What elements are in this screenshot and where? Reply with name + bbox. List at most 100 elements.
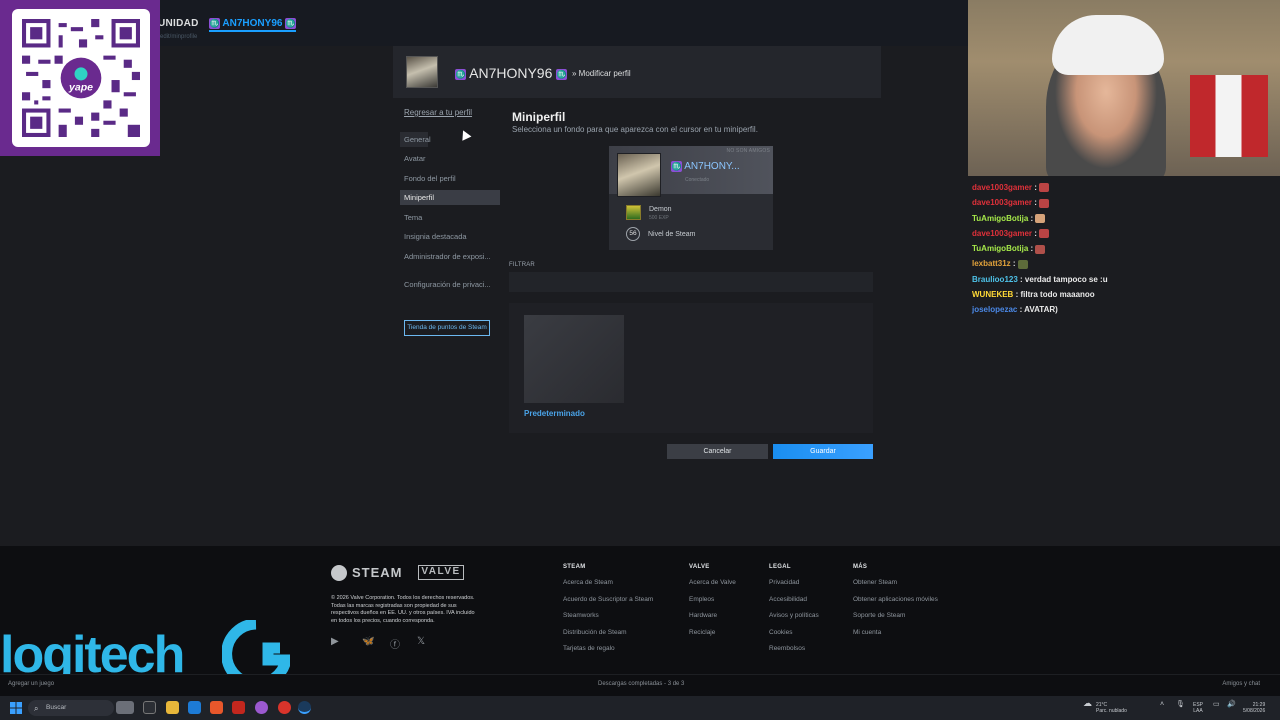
steam-taskbar-icon[interactable] (298, 701, 311, 714)
footer-link[interactable]: Empleos (689, 596, 736, 613)
footer-link[interactable]: Obtener aplicaciones móviles (853, 596, 938, 613)
chevron-up-icon[interactable]: ˄ (1160, 701, 1164, 708)
nav-subpath: edit/minprofile (160, 34, 198, 40)
chat-message: dave1003gamer : (968, 226, 1280, 241)
brave-icon[interactable] (210, 701, 223, 714)
copyright-text: © 2026 Valve Corporation. Todos los dere… (331, 595, 475, 624)
chat-message: lexbatt31z : (968, 256, 1280, 271)
qr-overlay: yape (0, 0, 160, 156)
sidebar-item-avatar[interactable]: Avatar (400, 151, 500, 166)
chat-message: joselopezac : AVATAR) (968, 302, 1280, 317)
footer-link[interactable]: Distribución de Steam (563, 629, 653, 646)
miniprofile-name: ♏ AN7HONY... (671, 161, 740, 172)
footer-link[interactable]: Reciclaje (689, 629, 736, 646)
emote-icon (1017, 259, 1028, 269)
chat-text: : verdad tampoco se :u (1020, 274, 1108, 284)
valve-wordmark[interactable]: VALVE (418, 565, 464, 580)
page-subtitle: Selecciona un fondo para que aparezca co… (512, 125, 758, 134)
weather[interactable]: 21°C Parc. nublado (1096, 702, 1127, 714)
sidebar-item-theme[interactable]: Tema (400, 210, 500, 225)
footer-link[interactable]: Obtener Steam (853, 579, 938, 596)
sidebar-item-miniprofile[interactable]: Miniperfil (400, 190, 500, 205)
clock[interactable]: 21:29 5/08/2026 (1243, 702, 1265, 714)
chat-message: TuAmigoBotija : (968, 211, 1280, 226)
zodiac-badge-icon: ♏ (455, 68, 466, 80)
sidebar-item-general[interactable]: General (400, 131, 431, 147)
profile-header: ♏ AN7HONY96 ♏ » Modificar perfil (393, 46, 881, 98)
footer-link[interactable]: Steamworks (563, 612, 653, 629)
filter-input[interactable] (509, 272, 873, 292)
background-tile-label[interactable]: Predeterminado (524, 409, 585, 418)
footer-column-legal: LEGAL Privacidad Accesibilidad Avisos y … (769, 564, 819, 662)
sidebar: Regresar a tu perfil General Avatar Fond… (400, 108, 500, 336)
footer-column-more: MÁS Obtener Steam Obtener aplicaciones m… (853, 564, 938, 645)
task-view-icon[interactable] (143, 701, 156, 714)
file-explorer-icon[interactable] (166, 701, 179, 714)
chat-username: WUNEKEB (972, 290, 1014, 300)
cancel-button[interactable]: Cancelar (667, 444, 768, 459)
footer-link[interactable]: Tarjetas de regalo (563, 645, 653, 662)
chat-text: : AVATAR) (1019, 305, 1058, 315)
store-icon[interactable] (188, 701, 201, 714)
badge-name: Demon (649, 206, 672, 213)
avatar[interactable] (406, 56, 438, 88)
footer-heading: LEGAL (769, 564, 791, 570)
taskbar-search[interactable]: Buscar (28, 700, 114, 716)
footer-link[interactable]: Accesibilidad (769, 596, 819, 613)
zodiac-badge-icon: ♏ (209, 18, 220, 29)
youtube-icon[interactable]: ▶ (331, 636, 339, 647)
zodiac-badge-icon: ♏ (285, 18, 297, 29)
level-label: Nivel de Steam (648, 231, 696, 238)
windows-start-icon[interactable] (10, 702, 22, 714)
language-indicator[interactable]: ESP LAA (1193, 702, 1203, 714)
screen: UNIDAD ♏ AN7HONY96 ♏ edit/minprofile yap… (0, 0, 1280, 720)
chat-text: : (1034, 228, 1037, 238)
background-grid: Predeterminado (509, 303, 873, 433)
footer-link[interactable]: Acerca de Steam (563, 579, 653, 596)
sidebar-item-showcase-manager[interactable]: Administrador de exposi... (400, 249, 500, 264)
save-button[interactable]: Guardar (773, 444, 873, 459)
steam-logo-icon (331, 565, 347, 581)
footer-link[interactable]: Avisos y políticas (769, 612, 819, 629)
footer-link[interactable]: Reembolsos (769, 645, 819, 662)
footer-link[interactable]: Cookies (769, 629, 819, 646)
bluesky-icon[interactable]: 🦋 (362, 636, 374, 647)
back-to-profile-link[interactable]: Regresar a tu perfil (404, 108, 500, 117)
footer-link[interactable]: Mi cuenta (853, 629, 938, 646)
steam-wordmark[interactable]: STEAM (352, 565, 403, 580)
chat-text: : (1034, 198, 1037, 208)
facebook-icon[interactable]: ⓕ (390, 636, 400, 651)
x-icon[interactable]: 𝕏 (417, 636, 425, 647)
footer-column-steam: STEAM Acerca de Steam Acuerdo de Suscrip… (563, 564, 653, 662)
footer-link[interactable]: Acerca de Valve (689, 579, 736, 596)
footer-link[interactable]: Hardware (689, 612, 736, 629)
sidebar-item-featured-badge[interactable]: Insignia destacada (400, 229, 500, 244)
sidebar-item-privacy[interactable]: Configuración de privaci... (400, 277, 500, 292)
clock-date: 5/08/2026 (1243, 708, 1266, 714)
widgets-icon[interactable] (116, 701, 134, 714)
chrome-icon[interactable] (278, 701, 291, 714)
app-icon[interactable] (255, 701, 268, 714)
level-circle: 56 (626, 227, 640, 241)
network-icon[interactable]: ▭ (1213, 701, 1220, 708)
volume-icon[interactable]: 🔊 (1227, 701, 1236, 708)
chat-username: dave1003gamer (972, 228, 1033, 238)
nav-username[interactable]: ♏ AN7HONY96 ♏ (209, 18, 297, 33)
app-icon[interactable] (232, 701, 245, 714)
windows-taskbar: Buscar ⌕ ☁ 21°C Parc. nublado ˄ 🎙 ESP LA… (0, 696, 1280, 720)
chat-username: lexbatt31z (972, 259, 1011, 269)
page-title: Miniperfil (512, 110, 566, 124)
add-game-button[interactable]: Agregar un juego (8, 681, 54, 687)
points-shop-button[interactable]: Tienda de puntos de Steam (404, 319, 490, 336)
footer-link[interactable]: Privacidad (769, 579, 819, 596)
footer-link[interactable]: Acuerdo de Suscriptor a Steam (563, 596, 653, 613)
friends-chat-button[interactable]: Amigos y chat (1222, 681, 1260, 687)
sidebar-item-profile-background[interactable]: Fondo del perfil (400, 171, 500, 186)
mic-icon[interactable]: 🎙 (1176, 701, 1185, 708)
nav-community[interactable]: UNIDAD (158, 18, 199, 29)
footer-link[interactable]: Soporte de Steam (853, 612, 938, 629)
flag-image (1190, 75, 1268, 157)
downloads-status[interactable]: Descargas completadas - 3 de 3 (598, 681, 684, 687)
background-tile-default[interactable] (524, 315, 624, 403)
chat-overlay: dave1003gamer : dave1003gamer : TuAmigoB… (968, 176, 1280, 321)
